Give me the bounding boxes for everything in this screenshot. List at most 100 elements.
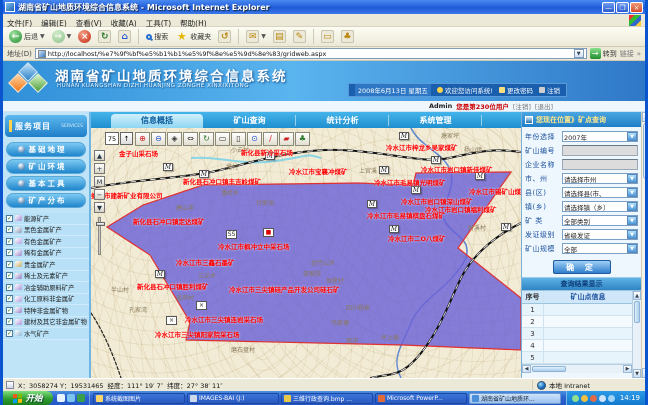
legend-tool[interactable]: ♣ — [295, 132, 310, 146]
layer-checkbox[interactable]: ✓ — [6, 261, 13, 268]
quarry-marker-icon[interactable]: × — [196, 301, 207, 310]
pan-down-button[interactable]: ▼ — [94, 202, 105, 213]
mine-label[interactable]: 新化县新冷采石场 — [241, 147, 293, 157]
chevron-down-icon[interactable]: ▼ — [627, 216, 637, 225]
pan-up-button[interactable]: ▲ — [94, 150, 105, 161]
mine-label[interactable]: 冷水江市岩口镇新佳煤矿 — [421, 164, 493, 174]
pan-tool[interactable]: ◈ — [167, 132, 182, 146]
submit-button[interactable]: 确 定 — [553, 260, 611, 274]
browser-scrollbar[interactable]: ▲ ▼ — [641, 112, 648, 378]
layer-checkbox[interactable]: ✓ — [6, 307, 13, 314]
select-polygon-tool[interactable]: ▯ — [231, 132, 246, 146]
maximize-button[interactable]: ❐ — [616, 2, 629, 13]
rotate-tool[interactable]: ↻ — [199, 132, 214, 146]
layer-item-0[interactable]: ✓能源矿产 — [3, 213, 89, 225]
quick-launch-icon[interactable] — [57, 394, 65, 402]
chevron-down-icon[interactable]: ▼ — [627, 244, 637, 253]
minimize-button[interactable]: — — [602, 2, 615, 13]
search-button[interactable]: 搜索 — [144, 31, 170, 43]
layer-item-8[interactable]: ✓特种非金属矿物 — [3, 305, 89, 317]
mine-marker-icon[interactable]: M — [155, 270, 165, 278]
tab-1[interactable]: 矿山查询 — [204, 115, 296, 126]
tab-0[interactable]: 信息概括 — [111, 114, 203, 128]
tray-icon[interactable] — [581, 395, 588, 402]
sidebar-button-3[interactable]: 矿产分布 — [6, 193, 86, 208]
pan-zoom-control[interactable]: ▲ + M − ▼ — [94, 150, 105, 255]
mine-label[interactable]: 冷水江市毛易镇光明煤矿 — [374, 177, 446, 187]
mail-button[interactable]: ✉▼ — [244, 29, 268, 44]
links-label[interactable]: 链接 — [620, 49, 634, 59]
task-button-1[interactable]: IMAGES-BAI (J:) — [187, 393, 279, 404]
zoom-slider[interactable] — [98, 217, 101, 255]
back-button[interactable]: ←后退▼ — [7, 29, 47, 44]
layer-item-1[interactable]: ✓黑色金属矿产 — [3, 225, 89, 237]
scroll-up-icon[interactable]: ▲ — [633, 291, 641, 300]
map-canvas[interactable]: 75 ↑ ⊕⊖◈⇔↻▭▯⊙∕▰♣ ▲ + M − ▼ 金子山采石场新化县新冷采石… — [91, 128, 521, 378]
vscroll-thumb[interactable] — [634, 301, 640, 323]
links-chevron-icon[interactable]: » — [637, 50, 641, 58]
print-button[interactable]: ▤ — [271, 29, 288, 44]
folder-button[interactable]: ▭ — [319, 29, 336, 44]
layer-checkbox[interactable]: ✓ — [6, 215, 13, 222]
dropdown-caret-icon[interactable]: ▼ — [261, 33, 266, 40]
logout-link[interactable]: 注销 — [539, 85, 560, 95]
field-select[interactable]: 请选择县(市、▼ — [562, 187, 638, 198]
mine-label[interactable]: 冷水江市梓龙乡吴家煤矿 — [386, 142, 458, 152]
select-rect-tool[interactable]: ▭ — [215, 132, 230, 146]
mine-label[interactable]: 冷水江市三尖镇阳家院采石场 — [155, 329, 240, 339]
tray-icon[interactable] — [599, 395, 606, 402]
home-button[interactable]: ⌂ — [116, 29, 133, 44]
mine-label[interactable]: 冷水江市宝襄冲煤矿 — [289, 166, 348, 176]
quick-launch-icon[interactable] — [77, 394, 85, 402]
erase-tool[interactable]: ▰ — [279, 132, 294, 146]
chevron-down-icon[interactable]: ▼ — [627, 174, 637, 183]
draw-line-tool[interactable]: ∕ — [263, 132, 278, 146]
tab-2[interactable]: 统计分析 — [297, 115, 389, 126]
layer-item-9[interactable]: ✓建材及其它非金属矿物 — [3, 317, 89, 329]
layer-checkbox[interactable]: ✓ — [6, 226, 13, 233]
mine-marker-icon[interactable]: M — [163, 163, 173, 171]
field-select[interactable]: 请选择镇（乡）▼ — [562, 201, 638, 212]
favorites-button[interactable]: ★收藏夹 — [173, 29, 213, 44]
tray-icon[interactable] — [590, 395, 597, 402]
quarry-marker-icon[interactable]: SS — [226, 230, 237, 239]
layer-checkbox[interactable]: ✓ — [6, 330, 13, 337]
mine-label[interactable]: 新化县石冲口镇定达煤矿 — [133, 216, 205, 226]
tray-icon[interactable] — [608, 395, 615, 402]
refresh-button[interactable]: ↻ — [96, 29, 113, 44]
result-hscrollbar[interactable]: ◀ ▶ — [522, 364, 632, 373]
layer-item-7[interactable]: ✓化工原料非金属矿 — [3, 294, 89, 306]
layer-checkbox[interactable]: ✓ — [6, 284, 13, 291]
layer-checkbox[interactable]: ✓ — [6, 272, 13, 279]
scroll-left-icon[interactable]: ◀ — [522, 365, 531, 373]
field-input[interactable] — [562, 145, 638, 156]
mine-marker-icon[interactable]: M — [399, 132, 409, 140]
field-select[interactable]: 全部▼ — [562, 243, 638, 254]
history-button[interactable]: ↺ — [216, 29, 233, 44]
mine-label[interactable]: 金子山采石场 — [119, 148, 158, 158]
mine-label[interactable]: 冷水江市三尖镇连岩采石场 — [185, 314, 263, 324]
layer-item-6[interactable]: ✓冶金辅助原料矿产 — [3, 282, 89, 294]
change-password-link[interactable]: 更改密码 — [499, 85, 533, 95]
identify-tool[interactable]: ⊙ — [247, 132, 262, 146]
result-vscrollbar[interactable]: ▲ ▼ — [632, 291, 641, 378]
dropdown-caret-icon[interactable]: ▼ — [67, 33, 72, 40]
field-select[interactable]: 全部类别▼ — [562, 215, 638, 226]
scroll-down-icon[interactable]: ▼ — [633, 369, 641, 378]
sidebar-button-0[interactable]: 基础地理 — [6, 142, 86, 157]
page-scroll-thumb[interactable] — [643, 123, 648, 179]
close-button[interactable]: × — [630, 2, 643, 13]
sidebar-button-2[interactable]: 基本工具 — [6, 176, 86, 191]
layer-checkbox[interactable]: ✓ — [6, 249, 13, 256]
sidebar-button-1[interactable]: 矿山环境 — [6, 159, 86, 174]
mine-label[interactable]: 冷水江市枫冲立中采石场 — [218, 241, 290, 251]
forward-button[interactable]: →▼ — [50, 29, 74, 44]
mine-marker-icon[interactable]: M — [431, 156, 441, 164]
page-scroll-down-icon[interactable]: ▼ — [642, 368, 648, 378]
zoom-in-button[interactable]: + — [94, 163, 105, 174]
chevron-down-icon[interactable]: ▼ — [627, 202, 637, 211]
measure-tool[interactable]: ⇔ — [183, 132, 198, 146]
page-scroll-up-icon[interactable]: ▲ — [642, 112, 648, 122]
layer-checkbox[interactable]: ✓ — [6, 295, 13, 302]
task-button-0[interactable]: 系统截图图片 — [93, 393, 185, 404]
